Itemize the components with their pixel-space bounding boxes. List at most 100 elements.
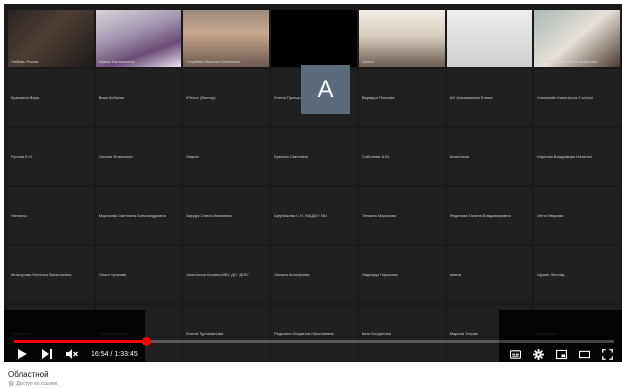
participant-name: АО Ахмыванова Елена: [449, 94, 493, 100]
participant-name: Варвара Попкова: [361, 94, 395, 100]
play-icon: [18, 349, 27, 359]
participant-name: Ирина Барамыгина: [98, 59, 135, 64]
participant-name: Татьяна Морозова: [361, 212, 397, 218]
participant-name: Щербакова С.Н. МАДОУ №1: [274, 212, 328, 218]
participant-tile: алина: [446, 246, 533, 303]
theater-icon: [578, 350, 590, 358]
participant-name: Кукьева Светлана: [274, 153, 308, 159]
speaker-avatar: A: [301, 65, 350, 114]
participant-tile: Konstantin Kasenkova 2 school: [534, 69, 620, 126]
subtitles-icon: [509, 349, 521, 359]
skip-next-icon: [42, 349, 52, 359]
participant-tile: Голубева Марина Сергеевна: [183, 10, 270, 67]
participant-tile: Варвара Попкова: [358, 69, 445, 126]
participant-name: Ирина: [361, 59, 374, 64]
participant-name: Катя Богданова: [361, 330, 391, 336]
participant-name: iPhone (Виктор): [186, 94, 216, 100]
time-display: 16:54 / 1:33:45: [91, 350, 138, 358]
participant-name: Бирдук Олеся Ивановна: [186, 212, 232, 218]
participant-tile: Оксана Астафьева: [271, 246, 357, 303]
participant-name: Ольга Чулкова: [98, 271, 127, 277]
participant-tile: DFD: [446, 10, 533, 67]
participant-name: Карпова Владимира Наталья: [537, 153, 592, 159]
participant-tile: Елена Владимировна Арбанова: [534, 10, 620, 67]
participant-tile: Наталья: [8, 187, 94, 244]
next-button[interactable]: [39, 347, 55, 361]
settings-button[interactable]: [531, 347, 545, 361]
participant-name: Инна Уварова: [537, 212, 564, 218]
participant-name: Мария: [186, 153, 199, 159]
participant-name: Наталья: [11, 212, 27, 218]
participant-name: Оксана Фоманина: [98, 153, 133, 159]
player-controls: 16:54 / 1:33:45: [14, 347, 614, 361]
participant-tile: Русова Е.Н.: [8, 128, 94, 185]
link-icon: ⛓: [8, 381, 15, 387]
fullscreen-button[interactable]: [600, 347, 614, 361]
subtitles-button[interactable]: [508, 347, 522, 361]
participant-name: Мокеурова Наталья Васильевна: [11, 271, 72, 277]
video-player[interactable]: Любовь Рыхоа Ирина Барамыгина Голубева Мар…: [4, 4, 622, 362]
participant-name: Голубева Марина Сергеевна: [186, 59, 241, 64]
participant-name: Вика Кобзева: [98, 94, 124, 100]
gear-icon: [532, 348, 544, 360]
participant-tile: iPhone (Виктор): [183, 69, 270, 126]
participant-tile: Бирдук Олеся Ивановна: [183, 187, 270, 244]
video-title: Областной: [8, 370, 49, 379]
play-button[interactable]: [14, 347, 30, 361]
volume-muted-icon: [66, 349, 78, 359]
fullscreen-icon: [601, 348, 613, 360]
participant-name: Марина Титрак: [449, 330, 478, 336]
mute-button[interactable]: [64, 347, 80, 361]
participant-name: Кузьмина Вера: [11, 94, 40, 100]
participant-tile: Оксана Фоманина: [95, 128, 182, 185]
participant-name: Анастасия Копина МБУ ДО "ДОБ": [186, 271, 250, 277]
participant-name: DFD: [449, 59, 458, 64]
participant-tile: Анастасия: [446, 128, 533, 185]
speaker-initial: A: [317, 75, 334, 103]
participant-name: Анастасия: [449, 153, 470, 159]
participant-tile: Татьяна Морозова: [358, 187, 445, 244]
participant-tile: Мокеурова Наталья Васильевна: [8, 246, 94, 303]
participant-name: Соболева А.Ю.: [361, 153, 391, 159]
participant-name: Щукин Леонид: [537, 271, 565, 277]
theater-mode-button[interactable]: [577, 347, 591, 361]
participant-tile: Инна Уварова: [534, 187, 620, 244]
participant-tile: Федотова Галина Владимировна: [446, 187, 533, 244]
participant-name: Русова Е.Н.: [11, 153, 34, 159]
participant-tile: Щукин Леонид: [534, 246, 620, 303]
participant-name: Редькина Людмила Николаевна: [274, 330, 334, 336]
miniplayer-icon: [555, 349, 567, 359]
participant-tile: Вика Кобзева: [95, 69, 182, 126]
participant-name: Морозова Светлана Александровна: [98, 212, 166, 218]
participant-name: Елена Турчанинова: [186, 330, 223, 336]
participant-tile: Кукьева Светлана: [271, 128, 357, 185]
duration: 1:33:45: [114, 350, 138, 358]
participant-tile: Ирина: [358, 10, 445, 67]
participant-tile: Мария: [183, 128, 270, 185]
participant-tile: Карпова Владимира Наталья: [534, 128, 620, 185]
participant-tile: Кузьмина Вера: [8, 69, 94, 126]
participant-tile: Надежда Горшкова: [358, 246, 445, 303]
participant-tile: Ирина Барамыгина: [95, 10, 182, 67]
progress-fill: [14, 340, 146, 343]
participant-name: Konstantin Kasenkova 2 school: [537, 94, 594, 100]
participant-tile: Любовь Рыхоа: [8, 10, 94, 67]
participant-tile: Щербакова С.Н. МАДОУ №1: [271, 187, 357, 244]
current-time: 16:54: [91, 350, 109, 358]
visibility-label: Доступ по ссылке: [16, 381, 58, 387]
participant-tile: [271, 10, 357, 67]
participant-name: Любовь Рыхоа: [11, 59, 39, 64]
scrubber-handle[interactable]: [142, 337, 151, 346]
participant-name: Елена Владимировна Арбанова: [537, 59, 598, 64]
participant-name: алина: [449, 271, 461, 277]
visibility-badge: ⛓ Доступ по ссылке: [8, 381, 57, 387]
participant-tile: Анастасия Копина МБУ ДО "ДОБ": [183, 246, 270, 303]
participant-tile: АО Ахмыванова Елена: [446, 69, 533, 126]
participant-name: Надежда Горшкова: [361, 271, 398, 277]
participant-tile: Ольга Чулкова: [95, 246, 182, 303]
participant-name: Оксана Астафьева: [274, 271, 310, 277]
participant-tile: Морозова Светлана Александровна: [95, 187, 182, 244]
miniplayer-button[interactable]: [554, 347, 568, 361]
progress-bar[interactable]: [14, 337, 614, 346]
participant-name: Федотова Галина Владимировна: [449, 212, 511, 218]
